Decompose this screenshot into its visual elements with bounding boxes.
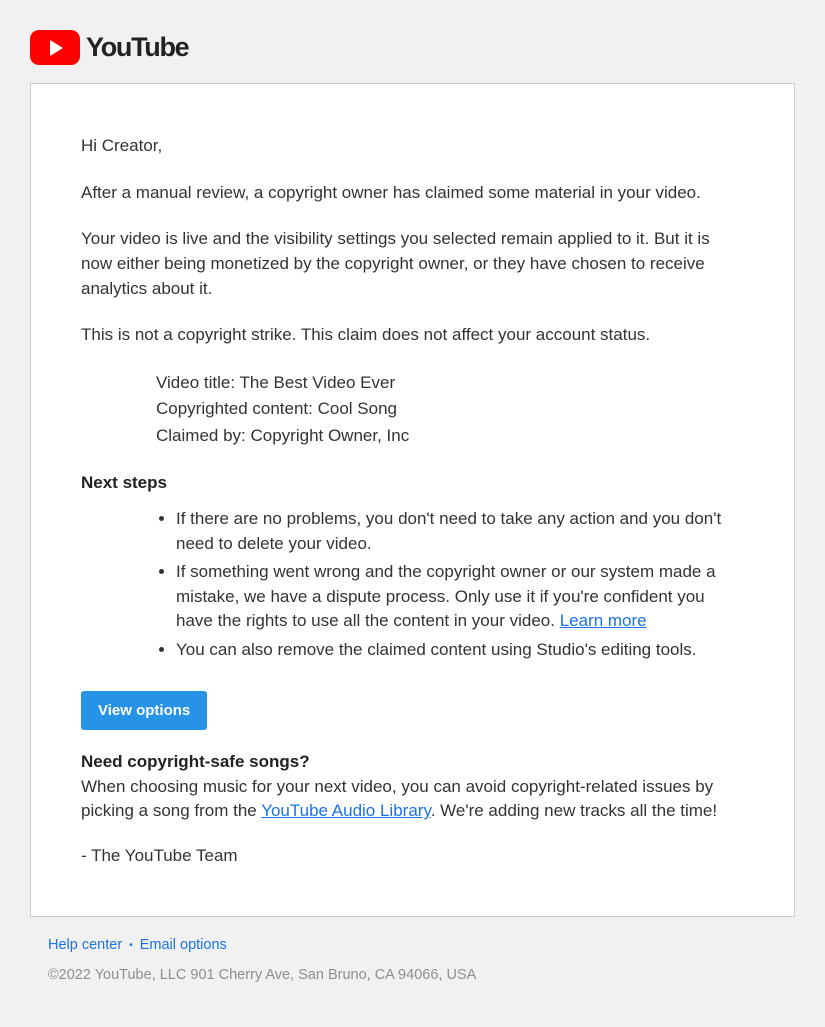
safe-songs-body: When choosing music for your next video,… <box>81 775 744 824</box>
claimed-by-line: Claimed by: Copyright Owner, Inc <box>156 423 744 449</box>
claimed-by-value: Copyright Owner, Inc <box>250 426 409 445</box>
brand-header: YouTube <box>30 30 795 65</box>
email-card: Hi Creator, After a manual review, a cop… <box>30 83 795 917</box>
signoff-text: - The YouTube Team <box>81 846 744 866</box>
next-step-item: You can also remove the claimed content … <box>176 638 744 663</box>
youtube-logo: YouTube <box>30 30 795 65</box>
help-center-link[interactable]: Help center <box>48 937 122 953</box>
video-title-line: Video title: The Best Video Ever <box>156 370 744 396</box>
page-wrapper: YouTube Hi Creator, After a manual revie… <box>0 0 825 1027</box>
play-triangle-icon <box>50 40 63 56</box>
audio-library-link[interactable]: YouTube Audio Library <box>261 801 431 820</box>
copyrighted-content-line: Copyrighted content: Cool Song <box>156 396 744 422</box>
next-step-item: If there are no problems, you don't need… <box>176 507 744 556</box>
footer: Help center • Email options ©2022 YouTub… <box>30 937 795 997</box>
view-options-button[interactable]: View options <box>81 691 207 730</box>
video-title-label: Video title: <box>156 373 240 392</box>
body-paragraph-1: After a manual review, a copyright owner… <box>81 181 744 206</box>
video-title-value: The Best Video Ever <box>240 373 396 392</box>
copyrighted-content-label: Copyrighted content: <box>156 399 318 418</box>
youtube-play-icon <box>30 30 80 65</box>
footer-links: Help center • Email options <box>48 937 795 953</box>
safe-songs-heading: Need copyright-safe songs? <box>81 752 744 772</box>
body-paragraph-2: Your video is live and the visibility se… <box>81 227 744 301</box>
safe-songs-text-b: . We're adding new tracks all the time! <box>431 801 717 820</box>
next-steps-heading: Next steps <box>81 473 744 493</box>
learn-more-link[interactable]: Learn more <box>560 611 647 630</box>
next-step-item: If something went wrong and the copyrigh… <box>176 560 744 634</box>
youtube-wordmark: YouTube <box>86 32 188 63</box>
copyright-text: ©2022 YouTube, LLC 901 Cherry Ave, San B… <box>48 967 795 983</box>
separator-dot-icon: • <box>129 940 133 951</box>
claimed-by-label: Claimed by: <box>156 426 250 445</box>
copyrighted-content-value: Cool Song <box>318 399 397 418</box>
next-steps-list: If there are no problems, you don't need… <box>176 507 744 663</box>
greeting-text: Hi Creator, <box>81 134 744 159</box>
email-options-link[interactable]: Email options <box>140 937 227 953</box>
body-paragraph-3: This is not a copyright strike. This cla… <box>81 323 744 348</box>
claim-metadata: Video title: The Best Video Ever Copyrig… <box>156 370 744 449</box>
